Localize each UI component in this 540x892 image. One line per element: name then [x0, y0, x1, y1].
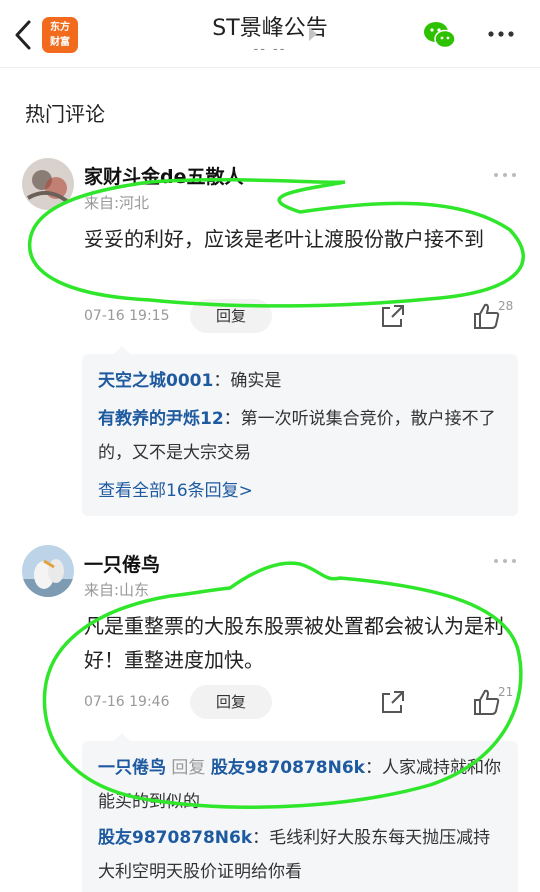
location: 来自:山东 — [84, 581, 150, 599]
reply-box: 一只倦鸟 回复 股友9870878N6k：人家减持就和你能买的到似的 股友987… — [82, 741, 518, 892]
section-title: 热门评论 — [25, 102, 105, 126]
reply-author[interactable]: 股友9870878N6k — [98, 828, 252, 848]
reply-item[interactable]: 有教养的尹烁12：第一次听说集合竞价，散户接不了的，又不是大宗交易 — [98, 402, 508, 470]
location: 来自:河北 — [84, 194, 150, 212]
reply-button[interactable]: 回复 — [190, 299, 272, 333]
reply-connector: 回复 — [166, 758, 211, 778]
wechat-icon[interactable] — [422, 20, 458, 50]
comment-content[interactable]: 妥妥的利好，应该是老叶让渡股份散户接不到 — [84, 222, 524, 256]
timestamp: 07-16 19:46 — [84, 694, 170, 710]
reply-caret — [114, 733, 130, 741]
reply-box: 天空之城0001：确实是 有教养的尹烁12：第一次听说集合竞价，散户接不了的，又… — [82, 354, 518, 516]
reply-target[interactable]: 股友9870878N6k — [211, 758, 365, 778]
title-arrow-icon[interactable] — [309, 27, 317, 41]
avatar[interactable] — [22, 158, 74, 210]
avatar[interactable] — [22, 545, 74, 597]
share-icon[interactable] — [380, 303, 406, 329]
username[interactable]: 家财斗金de五散人 — [84, 162, 244, 189]
comment-more-icon[interactable] — [492, 556, 518, 566]
like-count: 28 — [498, 299, 514, 313]
reply-author[interactable]: 天空之城0001 — [98, 371, 213, 391]
view-all-replies-link[interactable]: 查看全部16条回复> — [98, 474, 508, 508]
reply-button[interactable]: 回复 — [190, 685, 272, 719]
page-title[interactable]: ST景峰公告 — [0, 10, 540, 42]
reply-caret — [114, 346, 130, 354]
avatar-image — [22, 158, 74, 210]
avatar-image — [22, 545, 74, 597]
top-bar: 东方 财富 ST景峰公告 -- -- — [0, 0, 540, 68]
like-count: 21 — [498, 685, 514, 699]
timestamp: 07-16 19:15 — [84, 308, 170, 324]
comment-content[interactable]: 凡是重整票的大股东股票被处置都会被认为是利好！重整进度加快。 — [84, 609, 524, 677]
comment-more-icon[interactable] — [492, 170, 518, 180]
page-subtitle: -- -- — [253, 42, 287, 57]
share-icon[interactable] — [380, 689, 406, 715]
reply-text: ：确实是 — [213, 371, 282, 391]
reply-item[interactable]: 股友9870878N6k：毛线利好大股东每天抛压减持 大利空明天股价证明给你看 — [98, 821, 508, 889]
username[interactable]: 一只倦鸟 — [84, 550, 160, 577]
reply-item[interactable]: 天空之城0001：确实是 — [98, 364, 508, 398]
reply-author[interactable]: 有教养的尹烁12 — [98, 409, 224, 429]
more-icon[interactable] — [486, 22, 516, 46]
reply-item[interactable]: 一只倦鸟 回复 股友9870878N6k：人家减持就和你能买的到似的 — [98, 751, 508, 819]
reply-author[interactable]: 一只倦鸟 — [98, 758, 166, 778]
